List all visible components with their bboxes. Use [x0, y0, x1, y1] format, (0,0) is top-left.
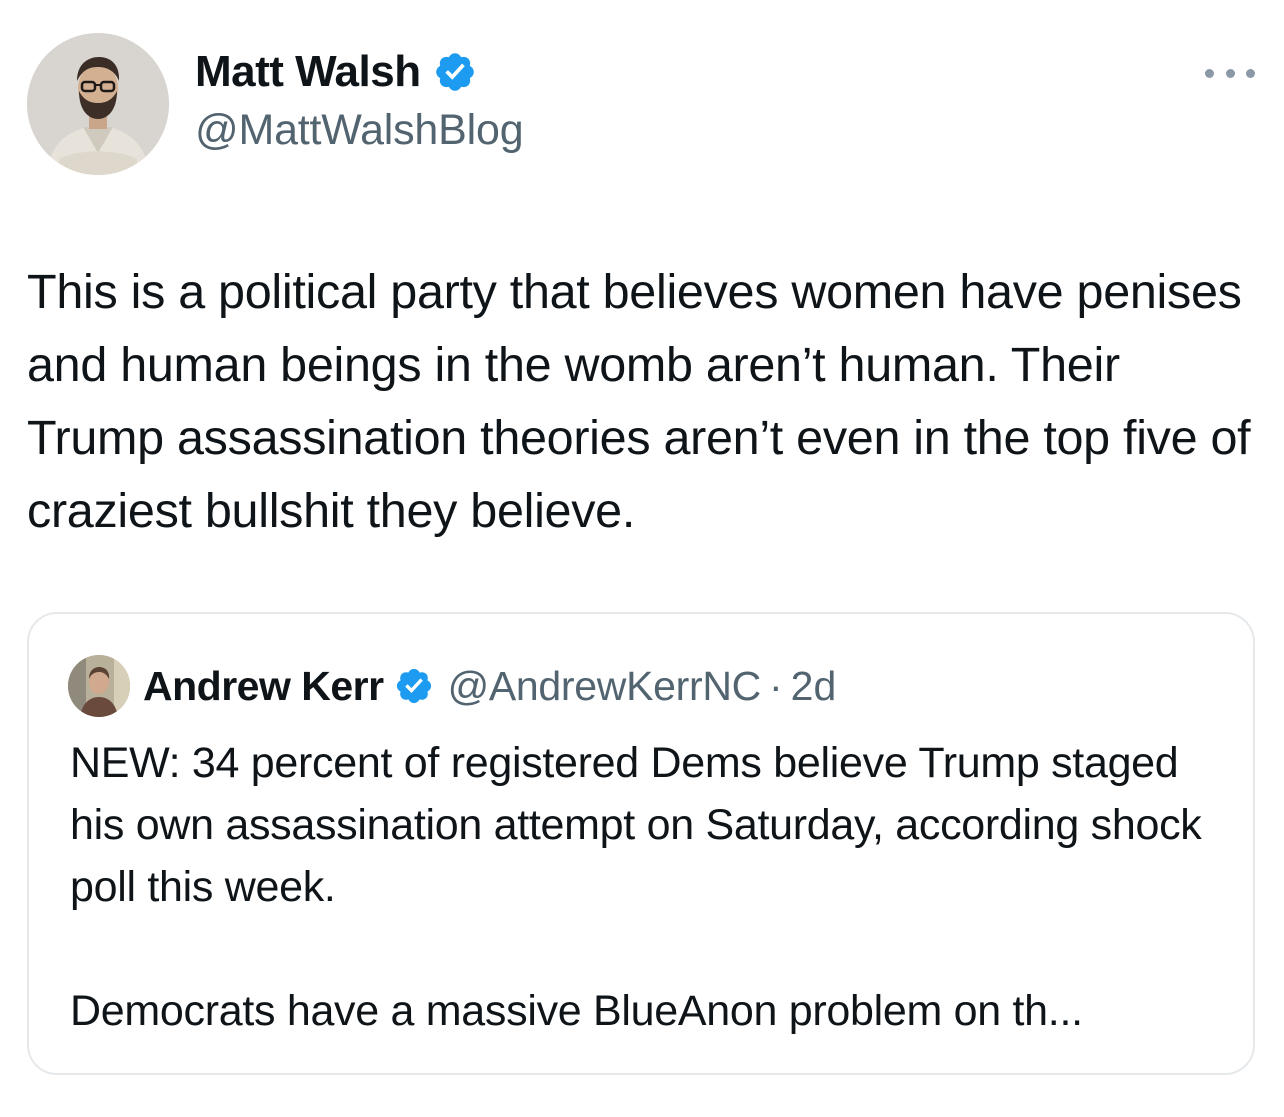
author-handle[interactable]: @MattWalshBlog: [195, 106, 524, 155]
quoted-tweet-timestamp[interactable]: 2d: [791, 663, 837, 710]
quoted-tweet-separator: ·: [768, 662, 783, 709]
verified-badge-icon: [396, 668, 431, 704]
tweet: Matt Walsh @MattWalshBlog This is a poli…: [0, 0, 1284, 1117]
verified-badge-icon: [435, 53, 474, 91]
quoted-tweet-paragraph: NEW: 34 percent of registered Dems belie…: [70, 739, 1202, 911]
quoted-author-avatar-image: [68, 655, 130, 717]
author-name[interactable]: Matt Walsh: [195, 47, 421, 97]
quoted-author-avatar[interactable]: [68, 655, 130, 717]
more-options-icon: [1225, 68, 1235, 78]
author-name-row: Matt Walsh: [195, 40, 523, 104]
author-avatar-image: [27, 33, 169, 175]
tweet-text: This is a political party that believes …: [27, 265, 1264, 538]
more-options-icon: [1205, 68, 1214, 78]
quoted-tweet-header: Andrew Kerr @AndrewKerrNC · 2d: [68, 654, 836, 718]
quoted-tweet-paragraph: Democrats have a massive BlueAnon proble…: [70, 987, 1083, 1035]
author-info: Matt Walsh @MattWalshBlog: [195, 40, 524, 155]
author-avatar[interactable]: [27, 33, 169, 175]
more-options-button[interactable]: [1205, 58, 1255, 88]
quoted-author-handle[interactable]: @AndrewKerrNC: [448, 663, 762, 710]
quoted-tweet-text: NEW: 34 percent of registered Dems belie…: [70, 732, 1230, 1042]
more-options-icon: [1246, 68, 1255, 78]
quoted-author-name[interactable]: Andrew Kerr: [143, 663, 384, 710]
quoted-tweet[interactable]: Andrew Kerr @AndrewKerrNC · 2d NEW: 34 p…: [27, 612, 1255, 1075]
